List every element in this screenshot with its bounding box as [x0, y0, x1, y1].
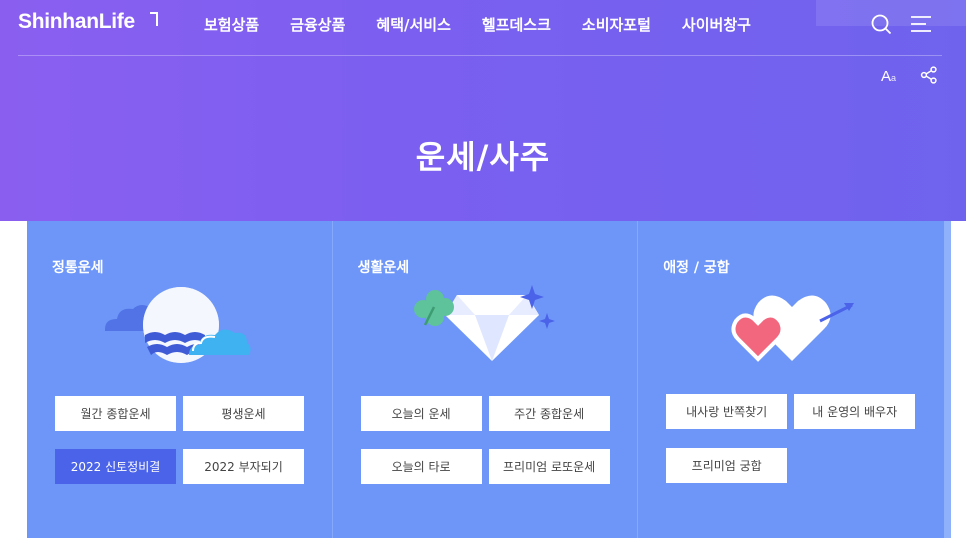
today-tarot-button[interactable]: 오늘의 타로	[360, 449, 482, 484]
fortune-category-panel: 정통운세 월간 종합운세 평생운세 2022 신토정비결 2022 부자되기 생…	[27, 221, 944, 538]
hero-banner: ShinhanLife 보험상품 금융상품 혜택/서비스 헬프데스크 소비자포털…	[0, 0, 966, 221]
tojeong-secret-button[interactable]: 2022 신토정비결	[55, 449, 176, 484]
premium-compatibility-button[interactable]: 프리미엄 궁합	[666, 448, 788, 483]
weekly-fortune-button[interactable]: 주간 종합운세	[488, 396, 610, 431]
panel-edge	[944, 221, 951, 538]
nav-help-desk[interactable]: 헬프데스크	[482, 14, 551, 35]
share-icon[interactable]	[920, 66, 938, 84]
search-icon[interactable]	[871, 14, 892, 35]
category-daily-fortune: 생활운세 오늘의 운세 주간 종합운세 오늘의 타로 프리미엄 로또운세	[333, 221, 639, 538]
hamburger-menu-icon[interactable]	[911, 15, 933, 33]
category-love-compatibility: 애정 / 궁합 내사랑 반쪽찾기 내 운영의 배우자 프리미엄 궁합	[638, 221, 944, 538]
clover-diamond-icon	[413, 285, 555, 361]
monthly-fortune-button[interactable]: 월간 종합운세	[55, 396, 176, 431]
shinhanlife-logo[interactable]: ShinhanLife	[18, 10, 135, 34]
category-title: 생활운세	[357, 260, 410, 276]
nav-insurance-products[interactable]: 보험상품	[204, 14, 259, 35]
premium-lotto-button[interactable]: 프리미엄 로또운세	[488, 449, 610, 484]
header-divider	[18, 55, 942, 56]
main-nav: 보험상품 금융상품 혜택/서비스 헬프데스크 소비자포털 사이버창구	[204, 14, 782, 35]
category-traditional-fortune: 정통운세 월간 종합운세 평생운세 2022 신토정비결 2022 부자되기	[27, 221, 333, 538]
today-fortune-button[interactable]: 오늘의 운세	[360, 396, 482, 431]
category-title: 정통운세	[52, 260, 104, 276]
destined-spouse-button[interactable]: 내 운영의 배우자	[794, 394, 916, 429]
find-soulmate-button[interactable]: 내사랑 반쪽찾기	[666, 394, 788, 429]
nav-financial-products[interactable]: 금융상품	[290, 14, 345, 35]
lifetime-fortune-button[interactable]: 평생운세	[183, 396, 304, 431]
font-size-icon[interactable]: Aa	[881, 66, 903, 85]
moon-cloud-wave-icon	[105, 287, 251, 363]
get-rich-button[interactable]: 2022 부자되기	[183, 449, 304, 484]
nav-benefits-services[interactable]: 혜택/서비스	[376, 14, 450, 35]
logo-mark-icon	[150, 12, 158, 26]
page-title: 운세/사주	[415, 138, 551, 176]
page: ShinhanLife 보험상품 금융상품 혜택/서비스 헬프데스크 소비자포털…	[0, 0, 966, 538]
category-title: 애정 / 궁합	[663, 260, 730, 276]
nav-cyber-window[interactable]: 사이버창구	[682, 14, 751, 35]
hearts-arrow-icon	[731, 295, 855, 362]
nav-consumer-portal[interactable]: 소비자포털	[582, 14, 651, 35]
